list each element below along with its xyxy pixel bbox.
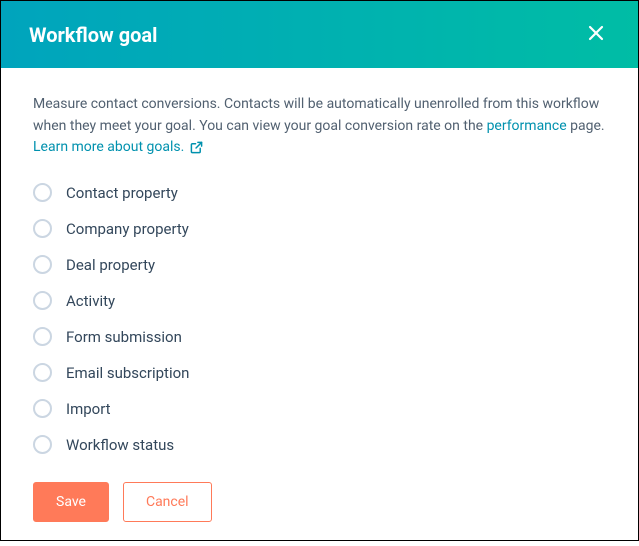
learn-more-link[interactable]: Learn more about goals. (33, 139, 184, 155)
option-workflow-status[interactable]: Workflow status (33, 435, 606, 454)
option-company-property[interactable]: Company property (33, 219, 606, 238)
save-button[interactable]: Save (33, 482, 109, 522)
close-icon (586, 23, 606, 46)
option-activity[interactable]: Activity (33, 291, 606, 310)
radio-icon (33, 327, 52, 346)
option-deal-property[interactable]: Deal property (33, 255, 606, 274)
option-email-subscription[interactable]: Email subscription (33, 363, 606, 382)
option-label: Activity (66, 292, 115, 310)
option-label: Import (66, 400, 111, 418)
cancel-button[interactable]: Cancel (123, 482, 212, 522)
option-label: Email subscription (66, 364, 189, 382)
option-import[interactable]: Import (33, 399, 606, 418)
option-label: Company property (66, 220, 189, 238)
modal-body: Measure contact conversions. Contacts wi… (1, 68, 638, 546)
description-part2: page. (567, 118, 605, 134)
radio-icon (33, 291, 52, 310)
modal-footer: Save Cancel (33, 482, 606, 522)
modal-title: Workflow goal (29, 23, 157, 47)
option-label: Form submission (66, 328, 182, 346)
option-label: Workflow status (66, 436, 174, 454)
options-list: Contact property Company property Deal p… (33, 183, 606, 454)
radio-icon (33, 255, 52, 274)
performance-link[interactable]: performance (487, 118, 567, 134)
option-label: Contact property (66, 184, 178, 202)
external-link-icon (190, 141, 203, 154)
radio-icon (33, 219, 52, 238)
radio-icon (33, 363, 52, 382)
radio-icon (33, 435, 52, 454)
radio-icon (33, 399, 52, 418)
close-button[interactable] (582, 19, 610, 50)
description-text: Measure contact conversions. Contacts wi… (33, 94, 606, 159)
option-form-submission[interactable]: Form submission (33, 327, 606, 346)
radio-icon (33, 183, 52, 202)
modal-header: Workflow goal (1, 1, 638, 68)
option-label: Deal property (66, 256, 155, 274)
option-contact-property[interactable]: Contact property (33, 183, 606, 202)
